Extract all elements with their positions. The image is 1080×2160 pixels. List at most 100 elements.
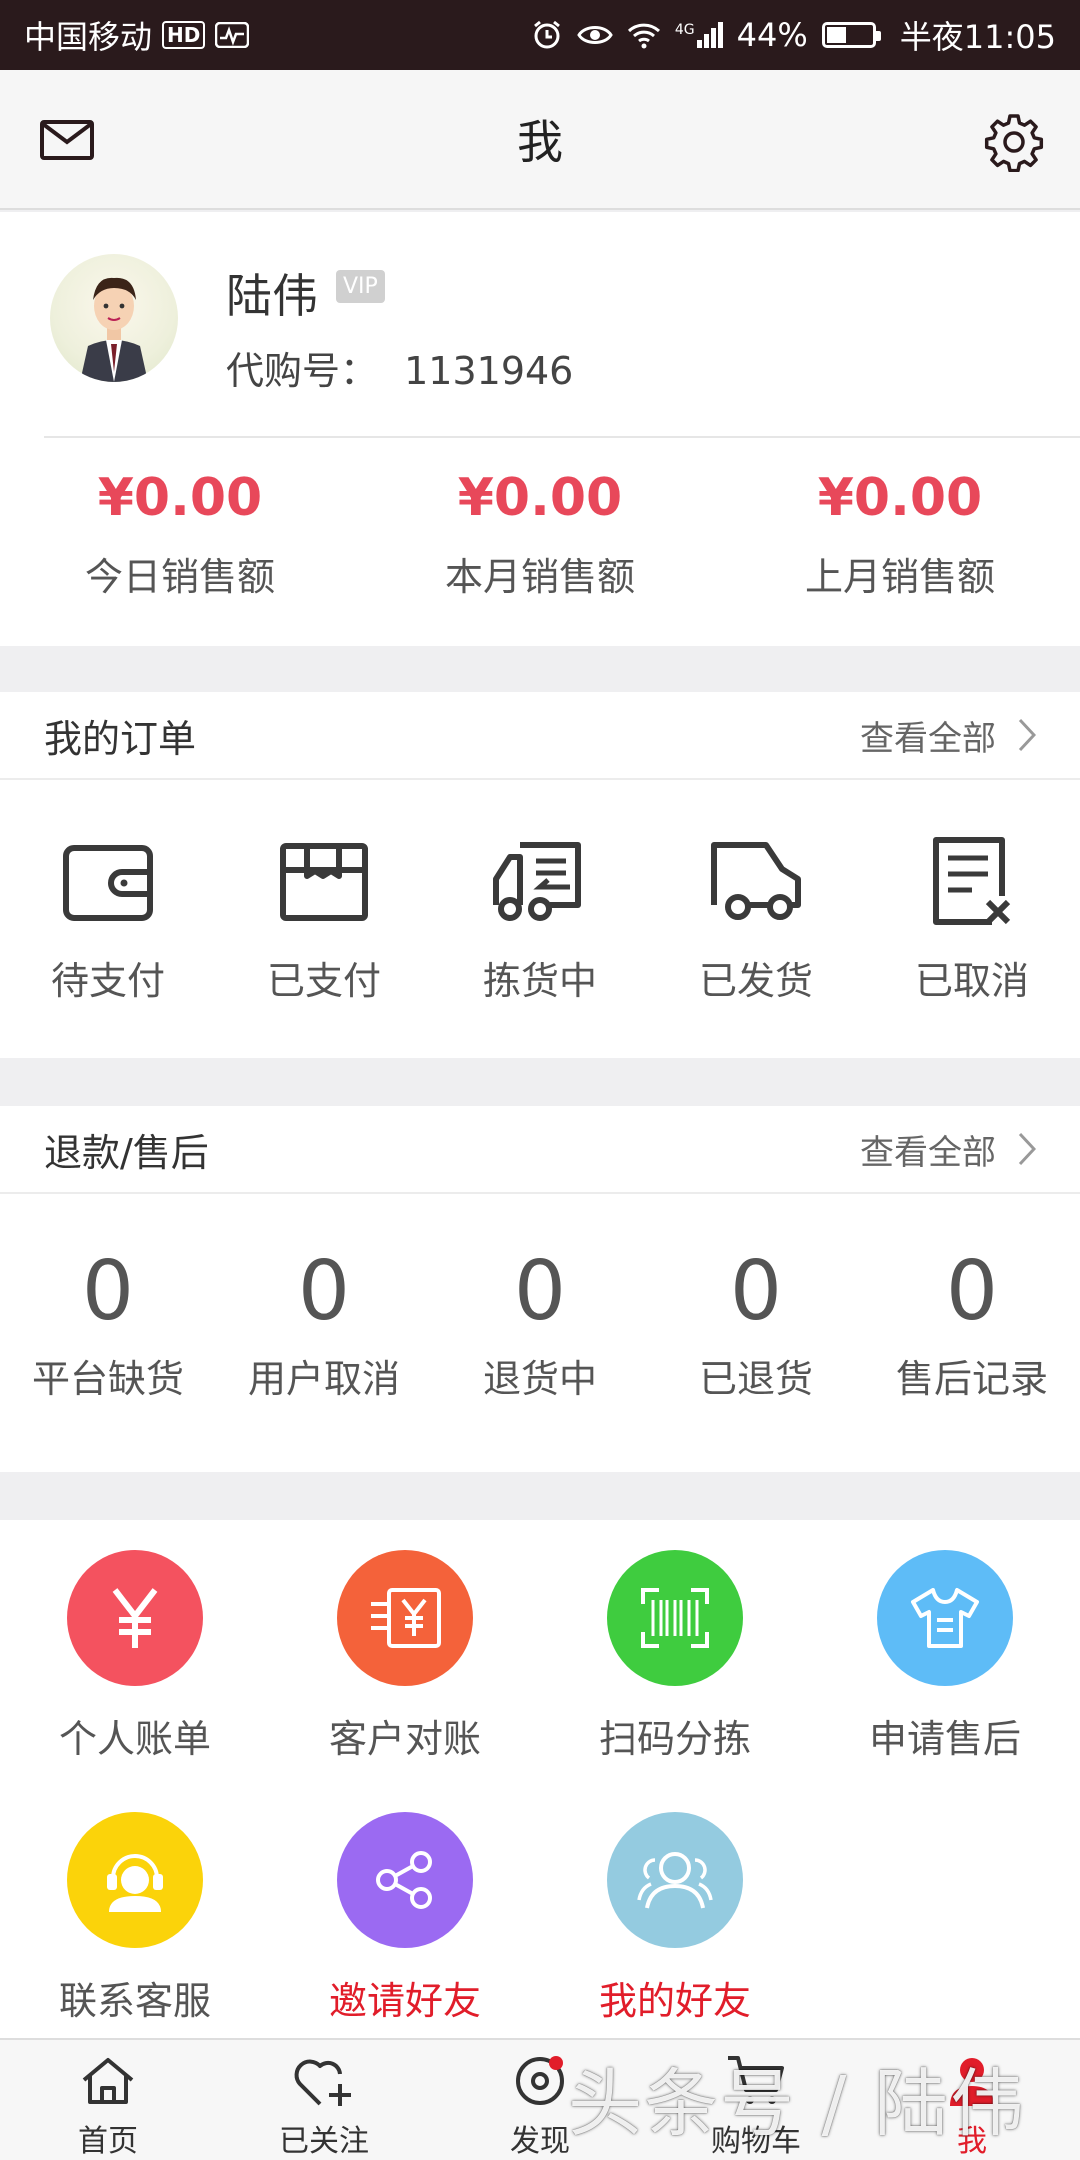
refund-returning[interactable]: 0 退货中: [432, 1194, 648, 1403]
orders-header: 我的订单 查看全部: [0, 692, 1080, 780]
alarm-icon: [533, 20, 560, 49]
order-status-row: 待支付 已支付 拣货中 已发货 已取消: [0, 780, 1080, 1005]
tool-customer-reconcile[interactable]: 客户对账: [270, 1550, 540, 1763]
refunds-view-all[interactable]: 查看全部: [860, 1125, 1036, 1174]
tool-icon-circle: [337, 1550, 473, 1686]
cancelled-document-icon: [933, 837, 1011, 925]
status-bar: 中国移动 HD 4G 44% 半夜11:05: [0, 0, 1080, 70]
purchase-id-value: 1131946: [404, 349, 574, 393]
order-status-label: 已发货: [698, 959, 813, 1003]
reconcile-icon: [371, 1588, 441, 1648]
refund-user-cancelled[interactable]: 0 用户取消: [216, 1194, 432, 1403]
user-name: 陆伟: [226, 269, 318, 323]
tool-my-friends[interactable]: 我的好友: [540, 1812, 810, 2025]
order-pending-payment[interactable]: 待支付: [0, 780, 216, 1005]
refund-out-of-stock[interactable]: 0 平台缺货: [0, 1194, 216, 1403]
order-status-label: 待支付: [50, 959, 165, 1003]
avatar[interactable]: [50, 254, 178, 382]
order-status-label: 已取消: [914, 959, 1029, 1003]
vip-badge: VIP: [336, 270, 385, 303]
tool-label: 个人账单: [58, 1717, 211, 1761]
wifi-icon: [627, 23, 660, 49]
sales-last-month[interactable]: ¥0.00 上月销售额: [720, 468, 1080, 601]
barcode-scan-icon: [641, 1588, 709, 1648]
refunds-title: 退款/售后: [44, 1130, 209, 1175]
tool-label: 联系客服: [58, 1979, 211, 2023]
tool-icon-circle: [67, 1812, 203, 1948]
order-cancelled[interactable]: 已取消: [864, 780, 1080, 1005]
discover-icon: [516, 2056, 564, 2105]
sales-today[interactable]: ¥0.00 今日销售额: [0, 468, 360, 601]
order-paid[interactable]: 已支付: [216, 780, 432, 1005]
refund-label: 用户取消: [247, 1357, 400, 1401]
heart-plus-icon: [294, 2059, 351, 2106]
tool-icon-circle: [337, 1812, 473, 1948]
battery-icon: [821, 22, 881, 48]
signal-icon: 4G: [675, 22, 723, 48]
orders-view-all[interactable]: 查看全部: [860, 711, 1036, 760]
refund-status-row: 0 平台缺货 0 用户取消 0 退货中 0 已退货 0 售后记录: [0, 1194, 1080, 1403]
refund-returned[interactable]: 0 已退货: [648, 1194, 864, 1403]
sales-this-month[interactable]: ¥0.00 本月销售额: [360, 468, 720, 601]
tool-apply-after-sales[interactable]: 申请售后: [810, 1550, 1080, 1763]
sales-summary: ¥0.00 今日销售额 ¥0.00 本月销售额 ¥0.00 上月销售额: [0, 468, 1080, 601]
refund-label: 平台缺货: [31, 1357, 184, 1401]
eye-icon: [577, 26, 613, 44]
network-type: 4G: [674, 22, 695, 38]
refunds-header: 退款/售后 查看全部: [0, 1106, 1080, 1194]
share-icon: [376, 1851, 432, 1909]
sales-amount: ¥0.00: [817, 468, 983, 528]
order-status-label: 已支付: [266, 959, 381, 1003]
tool-icon-circle: [67, 1550, 203, 1686]
sales-label: 上月销售额: [804, 555, 995, 599]
chevron-right-icon: [1018, 718, 1036, 752]
order-shipped[interactable]: 已发货: [648, 780, 864, 1005]
orders-card: 我的订单 查看全部 待支付 已支付 拣货中 已发货 已取消: [0, 692, 1080, 1058]
refund-count: 0: [81, 1244, 135, 1339]
tool-invite-friends[interactable]: 邀请好友: [270, 1812, 540, 2025]
purchase-id-label: 代购号：: [226, 349, 379, 393]
sales-label: 本月销售额: [444, 555, 635, 599]
clock: 半夜11:05: [899, 18, 1056, 56]
tool-icon-circle: [607, 1812, 743, 1948]
page-title: 我: [517, 115, 563, 169]
carrier-group: 中国移动 HD: [24, 12, 250, 58]
sales-amount: ¥0.00: [97, 468, 263, 528]
tool-label: 申请售后: [868, 1717, 1021, 1761]
wallet-icon: [63, 845, 153, 921]
tool-icon-circle: [607, 1550, 743, 1686]
tool-label: 我的好友: [598, 1979, 751, 2023]
chevron-right-icon: [1018, 1132, 1036, 1166]
tool-label: 客户对账: [328, 1717, 481, 1761]
tab-following[interactable]: 已关注: [216, 2040, 432, 2160]
tab-label: 首页: [78, 2124, 138, 2159]
shirt-icon: [911, 1588, 979, 1648]
settings-gear-icon[interactable]: [984, 112, 1044, 176]
view-all-label: 查看全部: [860, 718, 996, 759]
refund-label: 售后记录: [895, 1357, 1048, 1401]
activity-icon: [215, 22, 250, 48]
tool-scan-sort[interactable]: 扫码分拣: [540, 1550, 810, 1763]
tool-personal-bill[interactable]: 个人账单: [0, 1550, 270, 1763]
header-bar: 我: [0, 70, 1080, 210]
divider: [44, 436, 1080, 438]
refund-label: 已退货: [698, 1357, 813, 1401]
refund-count: 0: [513, 1244, 567, 1339]
customer-service-icon: [107, 1854, 163, 1912]
carrier-name: 中国移动: [24, 18, 153, 56]
refunds-card: 退款/售后 查看全部 0 平台缺货 0 用户取消 0 退货中 0 已退货 0 售…: [0, 1106, 1080, 1472]
status-right: 4G 44% 半夜11:05: [531, 12, 1056, 58]
view-all-label: 查看全部: [860, 1132, 996, 1173]
tab-home[interactable]: 首页: [0, 2040, 216, 2160]
tools-grid: 个人账单 客户对账 扫码分拣 申请售后 联系客服 邀请好友 我的好友: [0, 1520, 1080, 2038]
tool-contact-service[interactable]: 联系客服: [0, 1812, 270, 2025]
picking-truck-icon: [493, 842, 581, 921]
mail-icon[interactable]: [40, 120, 94, 164]
profile-card: 陆伟 VIP 代购号： 1131946 ¥0.00 今日销售额 ¥0.00 本月…: [0, 212, 1080, 646]
refund-after-sales-record[interactable]: 0 售后记录: [864, 1194, 1080, 1403]
purchase-id: 代购号： 1131946: [226, 340, 573, 395]
refund-count: 0: [297, 1244, 351, 1339]
sales-amount: ¥0.00: [457, 468, 623, 528]
order-picking[interactable]: 拣货中: [432, 780, 648, 1005]
tool-icon-circle: [877, 1550, 1013, 1686]
